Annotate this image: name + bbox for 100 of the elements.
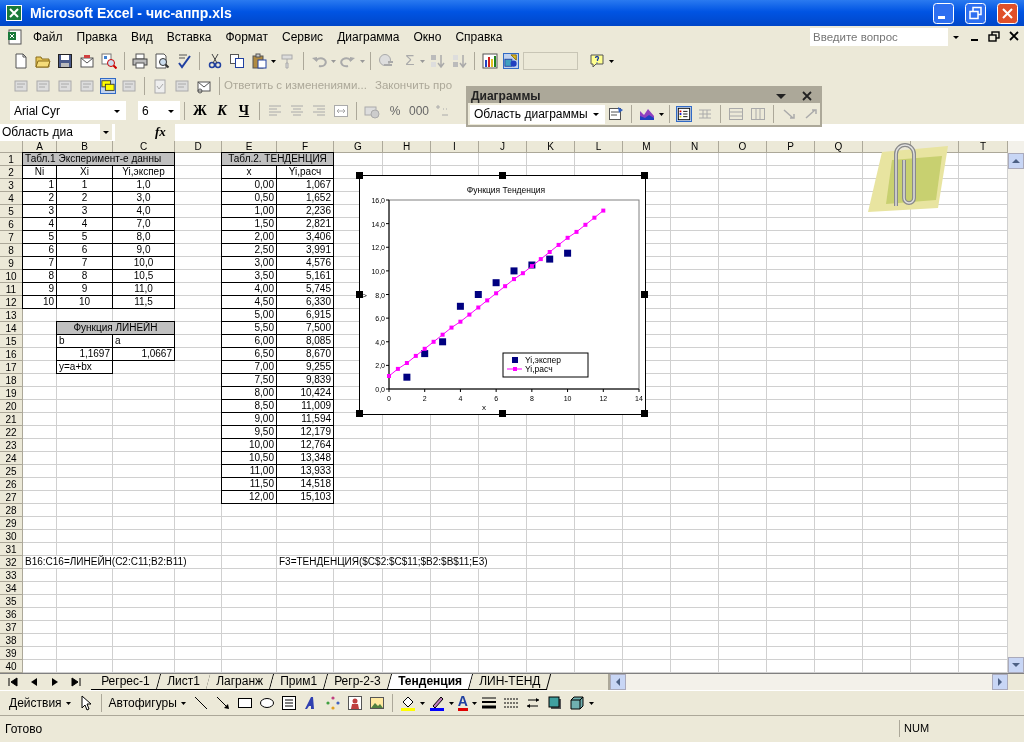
row-header[interactable]: 23 [0, 439, 23, 452]
row-header[interactable]: 3 [0, 179, 23, 192]
insert-picture-icon[interactable] [368, 695, 385, 711]
menu-item[interactable]: Формат [218, 28, 276, 46]
selection-handle[interactable] [498, 410, 506, 417]
actions-menu-button[interactable]: Действия [6, 694, 75, 712]
arrow-style-icon[interactable] [525, 695, 541, 711]
copy-icon[interactable] [229, 52, 245, 69]
help-search-field[interactable]: Введите вопрос [810, 28, 948, 46]
sheet-tab[interactable]: Регр-2-3 [324, 674, 392, 690]
menu-item[interactable]: Сервис [275, 28, 331, 46]
oval-icon[interactable] [258, 695, 275, 711]
row-header[interactable]: 21 [0, 413, 23, 426]
column-header[interactable]: B [57, 141, 113, 153]
row-header[interactable]: 1 [0, 153, 23, 166]
caret-icon[interactable] [100, 124, 112, 140]
merge-cells-icon[interactable] [333, 102, 349, 119]
selection-handle[interactable] [641, 172, 648, 179]
minimize-button[interactable] [933, 2, 954, 24]
restore-button[interactable] [965, 2, 986, 24]
selection-handle[interactable] [356, 410, 363, 417]
number-format-button[interactable]: % [383, 101, 407, 120]
document-icon[interactable] [7, 29, 23, 45]
row-header[interactable]: 19 [0, 387, 23, 400]
save-icon[interactable] [57, 52, 73, 69]
row-header[interactable]: 37 [0, 621, 23, 634]
line-color-icon[interactable] [428, 695, 445, 711]
column-header[interactable]: H [383, 141, 431, 153]
row-header[interactable]: 8 [0, 244, 23, 257]
row-header[interactable]: 6 [0, 218, 23, 231]
row-header[interactable]: 5 [0, 205, 23, 218]
column-header[interactable]: E [222, 141, 277, 153]
drawing-icon[interactable] [503, 52, 519, 69]
search-icon[interactable] [101, 52, 117, 69]
legend-icon[interactable] [675, 106, 692, 122]
row-header[interactable]: 11 [0, 283, 23, 296]
clipboard-check-icon[interactable] [152, 77, 168, 94]
row-header[interactable]: 28 [0, 504, 23, 517]
selection-handle[interactable] [641, 291, 648, 298]
row-header[interactable]: 4 [0, 192, 23, 205]
row-header[interactable]: 18 [0, 374, 23, 387]
line-icon[interactable] [192, 695, 209, 711]
text-style-button[interactable]: Ж [189, 100, 211, 121]
sheet-tab[interactable]: Лагранж [206, 674, 275, 690]
column-header[interactable]: F [277, 141, 334, 153]
row-header[interactable]: 12 [0, 296, 23, 309]
scroll-up-button[interactable] [1008, 153, 1024, 169]
column-header[interactable]: L [575, 141, 623, 153]
menu-item[interactable]: Вставка [159, 28, 219, 46]
column-header[interactable]: C [113, 141, 175, 153]
text-style-button[interactable]: Ч [233, 100, 255, 121]
scroll-down-button[interactable] [1008, 657, 1024, 673]
selection-handle[interactable] [356, 172, 363, 179]
format-chart-area-icon[interactable] [607, 106, 624, 122]
arrow-icon[interactable] [214, 695, 231, 711]
dash-style-icon[interactable] [503, 695, 519, 711]
column-header[interactable]: Q [815, 141, 863, 153]
font-size-combo[interactable]: 6 [138, 101, 180, 120]
number-format-button[interactable]: 000 [407, 101, 431, 120]
legend-box[interactable] [502, 352, 589, 378]
print-preview-icon[interactable] [154, 52, 170, 69]
selection-handle[interactable] [641, 410, 648, 417]
row-header[interactable]: 29 [0, 517, 23, 530]
row-header[interactable]: 7 [0, 231, 23, 244]
autoshapes-menu-button[interactable]: Автофигуры [105, 694, 190, 712]
text-style-button[interactable]: К [211, 100, 233, 121]
row-header[interactable]: 33 [0, 569, 23, 582]
column-header[interactable]: J [479, 141, 527, 153]
text-box-icon[interactable] [280, 695, 297, 711]
row-header[interactable]: 27 [0, 491, 23, 504]
restore-icon[interactable] [987, 29, 1001, 45]
row-header[interactable]: 25 [0, 465, 23, 478]
menu-item[interactable]: Справка [448, 28, 510, 46]
column-header[interactable]: T [959, 141, 1008, 153]
row-header[interactable]: 40 [0, 660, 23, 673]
spell-check-icon[interactable] [176, 52, 192, 69]
print-icon[interactable] [132, 52, 148, 69]
menu-item[interactable]: Файл [26, 28, 70, 46]
row-header[interactable]: 20 [0, 400, 23, 413]
row-header[interactable]: 24 [0, 452, 23, 465]
row-header[interactable]: 34 [0, 582, 23, 595]
sheet-tab[interactable]: Лист1 [156, 674, 211, 690]
insert-function-button[interactable]: fx [155, 122, 173, 142]
row-header[interactable]: 38 [0, 634, 23, 647]
close-icon[interactable] [800, 88, 814, 103]
font-name-combo[interactable]: Arial Cyr [10, 101, 126, 120]
help-icon[interactable] [589, 52, 605, 69]
email-icon[interactable] [79, 52, 95, 69]
row-header[interactable]: 36 [0, 608, 23, 621]
sheet-tab[interactable]: Тенденция [387, 674, 473, 690]
name-box[interactable]: Область диа [0, 123, 115, 141]
formula-field[interactable] [175, 123, 1024, 141]
row-header[interactable]: 10 [0, 270, 23, 283]
row-header[interactable]: 26 [0, 478, 23, 491]
row-header[interactable]: 35 [0, 595, 23, 608]
row-header[interactable]: 2 [0, 166, 23, 179]
sheet-tab[interactable]: Регрес-1 [90, 674, 161, 690]
column-header[interactable]: N [671, 141, 719, 153]
column-header[interactable]: O [719, 141, 767, 153]
selection-handle[interactable] [356, 291, 363, 298]
